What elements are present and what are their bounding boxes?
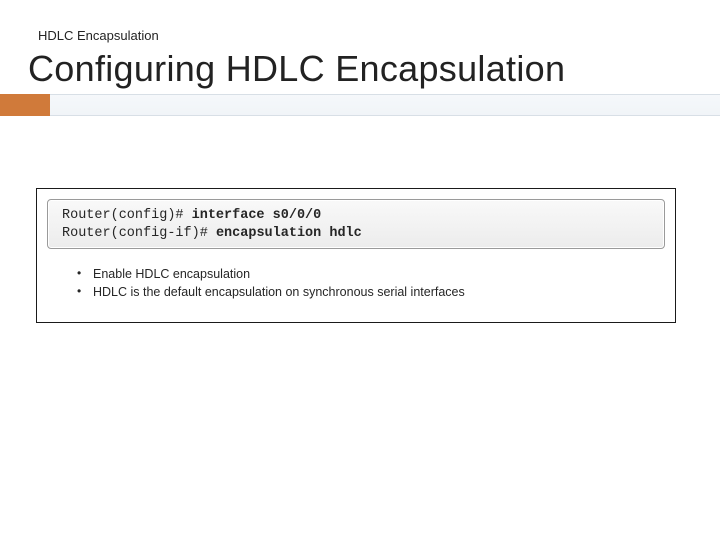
cli-code-box: Router(config)# interface s0/0/0 Router(… — [47, 199, 665, 249]
cli-line-1: Router(config)# interface s0/0/0 — [62, 207, 650, 225]
section-eyebrow: HDLC Encapsulation — [38, 28, 159, 43]
list-item: HDLC is the default encapsulation on syn… — [77, 283, 655, 301]
list-item: Enable HDLC encapsulation — [77, 265, 655, 283]
page-title: Configuring HDLC Encapsulation — [28, 48, 565, 90]
cli-command: interface s0/0/0 — [192, 208, 322, 223]
notes-list: Enable HDLC encapsulation HDLC is the de… — [77, 265, 655, 301]
accent-block — [0, 94, 50, 116]
content-panel: Router(config)# interface s0/0/0 Router(… — [36, 188, 676, 323]
cli-command: encapsulation hdlc — [216, 226, 362, 241]
accent-rule — [50, 94, 720, 116]
cli-prompt: Router(config-if)# — [62, 226, 216, 241]
cli-line-2: Router(config-if)# encapsulation hdlc — [62, 225, 650, 243]
cli-prompt: Router(config)# — [62, 208, 192, 223]
